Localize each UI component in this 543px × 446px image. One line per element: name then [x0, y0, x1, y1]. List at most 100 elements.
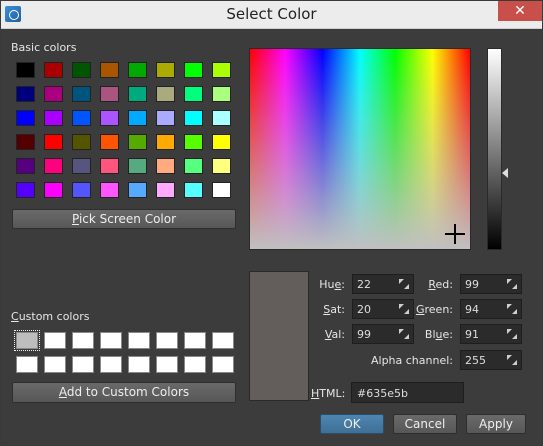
basic-color-swatch[interactable]: [16, 182, 35, 198]
red-spinbox[interactable]: 99: [460, 274, 522, 294]
basic-color-swatch[interactable]: [212, 182, 231, 198]
basic-color-swatch[interactable]: [128, 158, 147, 174]
close-button[interactable]: ✕: [498, 1, 542, 21]
title-bar: Select Color ✕: [1, 1, 542, 29]
custom-color-swatch[interactable]: [16, 356, 38, 373]
add-label-rest: dd to Custom Colors: [66, 385, 190, 399]
basic-color-swatch[interactable]: [100, 62, 119, 78]
custom-label-accel: C: [11, 310, 19, 323]
blue-spinbox[interactable]: 91: [460, 324, 522, 344]
basic-color-swatch[interactable]: [184, 158, 203, 174]
spin-arrows-icon[interactable]: [399, 304, 409, 314]
sat-label: Sat:: [323, 303, 345, 316]
add-to-custom-colors-button[interactable]: Add to Custom Colors: [12, 382, 236, 403]
luminance-slider-arrow-icon[interactable]: [502, 168, 508, 178]
basic-color-swatch[interactable]: [16, 110, 35, 126]
spin-arrows-icon[interactable]: [399, 279, 409, 289]
basic-color-swatch[interactable]: [16, 62, 35, 78]
ok-button[interactable]: OK: [320, 414, 384, 434]
custom-color-swatch[interactable]: [100, 332, 122, 349]
custom-color-swatch[interactable]: [184, 332, 206, 349]
basic-color-swatch[interactable]: [44, 86, 63, 102]
basic-color-swatch[interactable]: [156, 182, 175, 198]
basic-color-swatch[interactable]: [100, 134, 119, 150]
basic-color-swatch[interactable]: [72, 182, 91, 198]
basic-color-swatch[interactable]: [44, 158, 63, 174]
custom-color-swatch[interactable]: [100, 356, 122, 373]
custom-color-swatch[interactable]: [156, 332, 178, 349]
spin-arrows-icon[interactable]: [507, 304, 517, 314]
luminance-slider[interactable]: [487, 48, 502, 250]
sat-spinbox[interactable]: 20: [352, 299, 414, 319]
html-color-input[interactable]: #635e5b: [351, 382, 464, 403]
basic-color-swatch[interactable]: [128, 110, 147, 126]
val-value: 99: [357, 328, 371, 341]
hue-saturation-spectrum[interactable]: [249, 48, 471, 250]
basic-color-swatch[interactable]: [44, 110, 63, 126]
custom-color-swatch[interactable]: [212, 356, 234, 373]
html-label: HTML:: [311, 387, 346, 400]
basic-color-swatch[interactable]: [128, 86, 147, 102]
blue-value: 91: [465, 328, 479, 341]
hue-spinbox[interactable]: 22: [352, 274, 414, 294]
custom-color-swatch[interactable]: [128, 356, 150, 373]
basic-color-swatch[interactable]: [72, 110, 91, 126]
basic-color-swatch[interactable]: [212, 134, 231, 150]
spin-arrows-icon[interactable]: [399, 329, 409, 339]
basic-color-swatch[interactable]: [44, 62, 63, 78]
basic-color-swatch[interactable]: [72, 86, 91, 102]
alpha-spinbox[interactable]: 255: [460, 350, 522, 370]
basic-color-swatch[interactable]: [156, 62, 175, 78]
basic-color-swatch[interactable]: [72, 62, 91, 78]
basic-color-swatch[interactable]: [128, 182, 147, 198]
basic-color-swatch[interactable]: [212, 158, 231, 174]
basic-color-swatch[interactable]: [100, 158, 119, 174]
green-label: Green:: [415, 303, 453, 316]
basic-color-swatch[interactable]: [100, 110, 119, 126]
basic-color-swatch[interactable]: [212, 62, 231, 78]
basic-color-swatch[interactable]: [72, 134, 91, 150]
cancel-button[interactable]: Cancel: [393, 414, 457, 434]
spin-arrows-icon[interactable]: [507, 279, 517, 289]
custom-color-swatch[interactable]: [44, 356, 66, 373]
basic-color-swatch[interactable]: [100, 182, 119, 198]
basic-color-swatch[interactable]: [44, 134, 63, 150]
basic-color-swatch[interactable]: [212, 110, 231, 126]
custom-color-swatch[interactable]: [14, 330, 40, 351]
basic-color-swatch[interactable]: [72, 158, 91, 174]
custom-color-swatch[interactable]: [72, 356, 94, 373]
val-spinbox[interactable]: 99: [352, 324, 414, 344]
basic-color-swatch[interactable]: [100, 86, 119, 102]
custom-color-swatch[interactable]: [184, 356, 206, 373]
basic-color-swatch[interactable]: [184, 182, 203, 198]
basic-color-swatch[interactable]: [184, 86, 203, 102]
pick-screen-color-button[interactable]: Pick Screen Color: [12, 209, 236, 229]
basic-color-swatch[interactable]: [156, 86, 175, 102]
basic-color-swatch[interactable]: [16, 134, 35, 150]
basic-color-swatch[interactable]: [156, 134, 175, 150]
custom-color-swatch[interactable]: [72, 332, 94, 349]
basic-color-swatch[interactable]: [184, 134, 203, 150]
basic-color-swatch[interactable]: [16, 158, 35, 174]
custom-color-swatch[interactable]: [212, 332, 234, 349]
pick-label-post: ick Screen Color: [78, 212, 177, 226]
spin-arrows-icon[interactable]: [507, 329, 517, 339]
basic-color-swatch[interactable]: [44, 182, 63, 198]
spin-arrows-icon[interactable]: [507, 355, 517, 365]
custom-label-rest: ustom colors: [18, 310, 90, 323]
basic-color-swatch[interactable]: [156, 110, 175, 126]
red-label: Red:: [428, 278, 453, 291]
basic-color-swatch[interactable]: [156, 158, 175, 174]
basic-color-swatch[interactable]: [212, 86, 231, 102]
basic-color-swatch[interactable]: [128, 62, 147, 78]
custom-color-swatch[interactable]: [128, 332, 150, 349]
custom-color-swatch[interactable]: [156, 356, 178, 373]
apply-button[interactable]: Apply: [466, 414, 526, 434]
basic-color-swatch[interactable]: [16, 86, 35, 102]
basic-color-swatch[interactable]: [184, 110, 203, 126]
custom-color-swatch[interactable]: [44, 332, 66, 349]
basic-color-swatch[interactable]: [128, 134, 147, 150]
spectrum-crosshair[interactable]: [445, 224, 465, 244]
basic-color-swatch[interactable]: [184, 62, 203, 78]
green-spinbox[interactable]: 94: [460, 299, 522, 319]
